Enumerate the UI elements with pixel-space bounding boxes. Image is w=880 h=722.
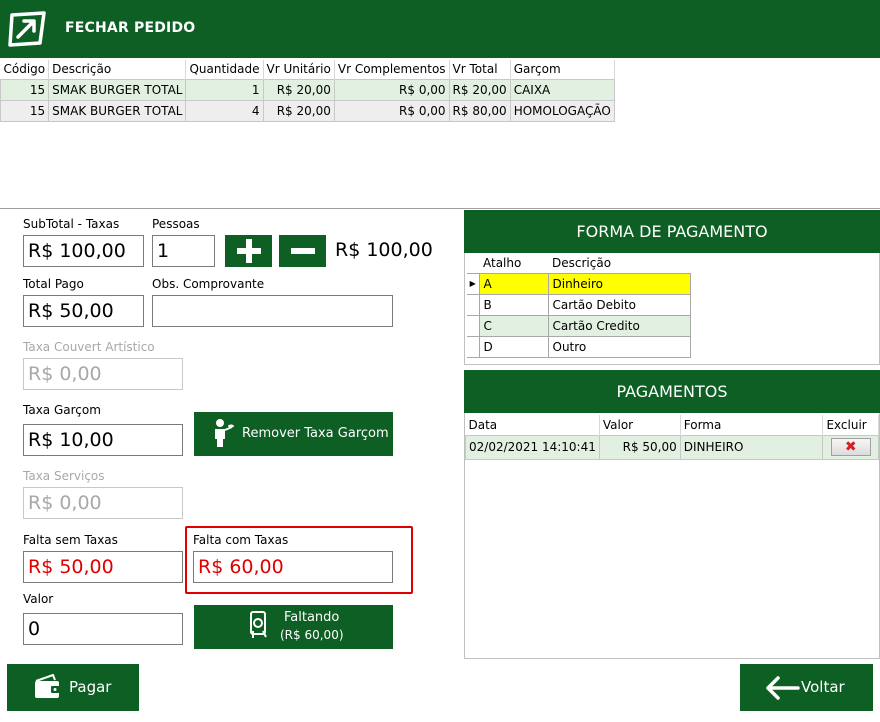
cell-vr-total: R$ 80,00 <box>448 99 511 122</box>
forma-pagamento-panel: Atalho Descrição ▶ A Dinheiro B Cartão D… <box>464 253 880 365</box>
pagamentos-header: PAGAMENTOS <box>464 370 880 413</box>
forma-pagamento-table: Atalho Descrição ▶ A Dinheiro B Cartão D… <box>467 253 691 358</box>
section-divider <box>0 208 880 209</box>
per-person-value: R$ 100,00 <box>335 239 433 261</box>
cell-vr-unitario: R$ 20,00 <box>262 78 335 101</box>
faltando-button[interactable]: Faltando (R$ 60,00) <box>194 605 393 649</box>
col-vr-total: Vr Total <box>449 60 511 79</box>
cell-vr-complementos: R$ 0,00 <box>333 99 450 122</box>
minus-icon <box>290 248 315 254</box>
add-person-button[interactable] <box>225 235 272 267</box>
row-pointer-icon: ▶ <box>467 272 480 295</box>
faltando-value: (R$ 60,00) <box>280 628 344 642</box>
voltar-button[interactable]: Voltar <box>740 664 873 711</box>
taxa-servicos-field: R$ 0,00 <box>23 487 183 519</box>
col-descricao: Descrição <box>552 255 612 270</box>
cell-atalho: D <box>478 335 549 358</box>
delete-x-icon: ✖ <box>844 439 857 455</box>
cell-garcom: HOMOLOGAÇÃO <box>509 99 615 122</box>
obs-comprovante-input[interactable] <box>152 295 393 327</box>
obs-comprovante-label: Obs. Comprovante <box>152 277 265 291</box>
col-vr-unitario: Vr Unitário <box>263 60 335 79</box>
cell-valor: R$ 50,00 <box>598 434 681 460</box>
pagar-label: Pagar <box>69 678 112 696</box>
col-quantidade: Quantidade <box>185 60 264 79</box>
payment-method-row[interactable]: ▶ A Dinheiro <box>467 272 691 295</box>
cell-vr-total: R$ 20,00 <box>448 78 511 101</box>
pagamentos-panel: Data Valor Forma Excluir 02/02/2021 14:1… <box>464 413 880 659</box>
valor-label: Valor <box>23 592 54 606</box>
remover-taxa-garcom-label: Remover Taxa Garçom <box>242 426 389 441</box>
row-indicator-header <box>467 253 479 273</box>
cell-descricao: Dinheiro <box>547 272 691 295</box>
cell-quantidade: 1 <box>185 78 264 101</box>
payment-method-row[interactable]: B Cartão Debito <box>467 293 691 316</box>
cell-vr-unitario: R$ 20,00 <box>262 99 335 122</box>
cell-quantidade: 4 <box>185 99 264 122</box>
plus-icon <box>236 239 261 263</box>
subtotal-label: SubTotal - Taxas <box>23 217 120 231</box>
voltar-label: Voltar <box>801 678 845 696</box>
delete-payment-button[interactable]: ✖ <box>830 438 871 456</box>
cell-atalho: B <box>478 293 549 316</box>
title-bar: FECHAR PEDIDO <box>0 0 880 58</box>
col-data: Data <box>465 415 600 435</box>
valor-input[interactable]: 0 <box>23 613 183 645</box>
couvert-label: Taxa Couvert Artístico <box>23 340 155 354</box>
remover-taxa-garcom-button[interactable]: Remover Taxa Garçom <box>194 412 393 456</box>
cell-atalho: A <box>478 272 549 295</box>
payment-method-row[interactable]: D Outro <box>467 335 691 358</box>
cell-descricao: Outro <box>547 335 691 358</box>
cell-atalho: C <box>478 314 549 337</box>
col-forma: Forma <box>680 415 824 435</box>
cell-data: 02/02/2021 14:10:41 <box>465 434 600 460</box>
order-items-table: Código Descrição Quantidade Vr Unitário … <box>0 60 615 122</box>
total-pago-field[interactable]: R$ 50,00 <box>23 295 144 327</box>
col-codigo: Código <box>0 60 50 79</box>
table-row[interactable]: 15 SMAK BURGER TOTAL 4 R$ 20,00 R$ 0,00 … <box>0 99 615 122</box>
total-pago-label: Total Pago <box>23 277 84 291</box>
col-vr-complementos: Vr Complementos <box>334 60 450 79</box>
falta-sem-taxas-field: R$ 50,00 <box>23 551 183 583</box>
subtotal-field[interactable]: R$ 100,00 <box>23 235 144 267</box>
cell-codigo: 15 <box>0 99 50 122</box>
falta-com-taxas-field: R$ 60,00 <box>193 551 393 583</box>
app-logo-icon <box>8 11 46 47</box>
waiter-icon <box>215 419 234 447</box>
falta-sem-taxas-label: Falta sem Taxas <box>23 533 118 547</box>
taxa-garcom-label: Taxa Garçom <box>23 403 101 417</box>
cell-codigo: 15 <box>0 78 50 101</box>
col-excluir: Excluir <box>822 415 879 435</box>
faltando-label: Faltando <box>284 610 340 625</box>
table-row[interactable]: 15 SMAK BURGER TOTAL 1 R$ 20,00 R$ 0,00 … <box>0 78 615 101</box>
pagamentos-table: Data Valor Forma Excluir 02/02/2021 14:1… <box>465 415 879 460</box>
window-title: FECHAR PEDIDO <box>65 20 196 36</box>
taxa-servicos-label: Taxa Serviços <box>23 469 105 483</box>
arrow-left-icon <box>766 676 800 700</box>
cell-descricao: SMAK BURGER TOTAL <box>48 99 187 122</box>
pessoas-label: Pessoas <box>152 217 200 231</box>
cell-descricao: SMAK BURGER TOTAL <box>48 78 187 101</box>
col-atalho: Atalho <box>483 255 522 270</box>
cell-vr-complementos: R$ 0,00 <box>333 78 450 101</box>
couvert-field: R$ 0,00 <box>23 358 183 390</box>
wallet-icon <box>35 674 61 698</box>
cell-garcom: CAIXA <box>509 78 615 101</box>
remove-person-button[interactable] <box>279 235 326 267</box>
taxa-garcom-field[interactable]: R$ 10,00 <box>23 424 183 456</box>
cell-forma: DINHEIRO <box>679 434 824 460</box>
table-row[interactable]: 02/02/2021 14:10:41 R$ 50,00 DINHEIRO ✖ <box>465 434 879 460</box>
pagar-button[interactable]: Pagar <box>7 664 139 711</box>
cell-descricao: Cartão Debito <box>547 293 691 316</box>
col-valor: Valor <box>599 415 681 435</box>
pessoas-field[interactable]: 1 <box>152 235 215 267</box>
cell-descricao: Cartão Credito <box>547 314 691 337</box>
col-descricao: Descrição <box>48 60 187 79</box>
col-garcom: Garçom <box>510 60 615 79</box>
payment-method-row[interactable]: C Cartão Credito <box>467 314 691 337</box>
forma-pagamento-header: FORMA DE PAGAMENTO <box>464 210 880 253</box>
falta-com-taxas-label: Falta com Taxas <box>193 533 289 547</box>
cash-hand-icon <box>250 611 267 638</box>
